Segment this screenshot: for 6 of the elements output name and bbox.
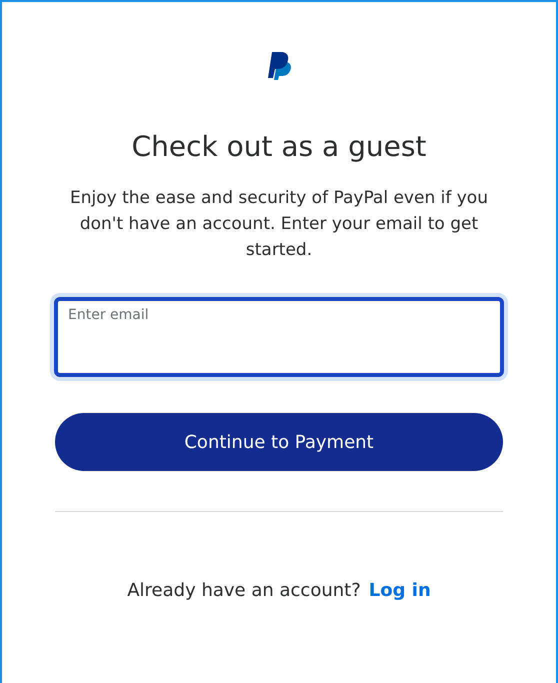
email-field[interactable]: Enter email	[54, 297, 504, 377]
login-link[interactable]: Log in	[368, 580, 431, 601]
page-title: Check out as a guest	[132, 130, 426, 163]
description-text: Enjoy the ease and security of PayPal even if you don't have an account. Enter your email to get started.	[69, 187, 489, 262]
account-prompt-text: Already have an account?	[127, 580, 361, 601]
continue-button[interactable]: Continue to Payment	[55, 413, 503, 471]
